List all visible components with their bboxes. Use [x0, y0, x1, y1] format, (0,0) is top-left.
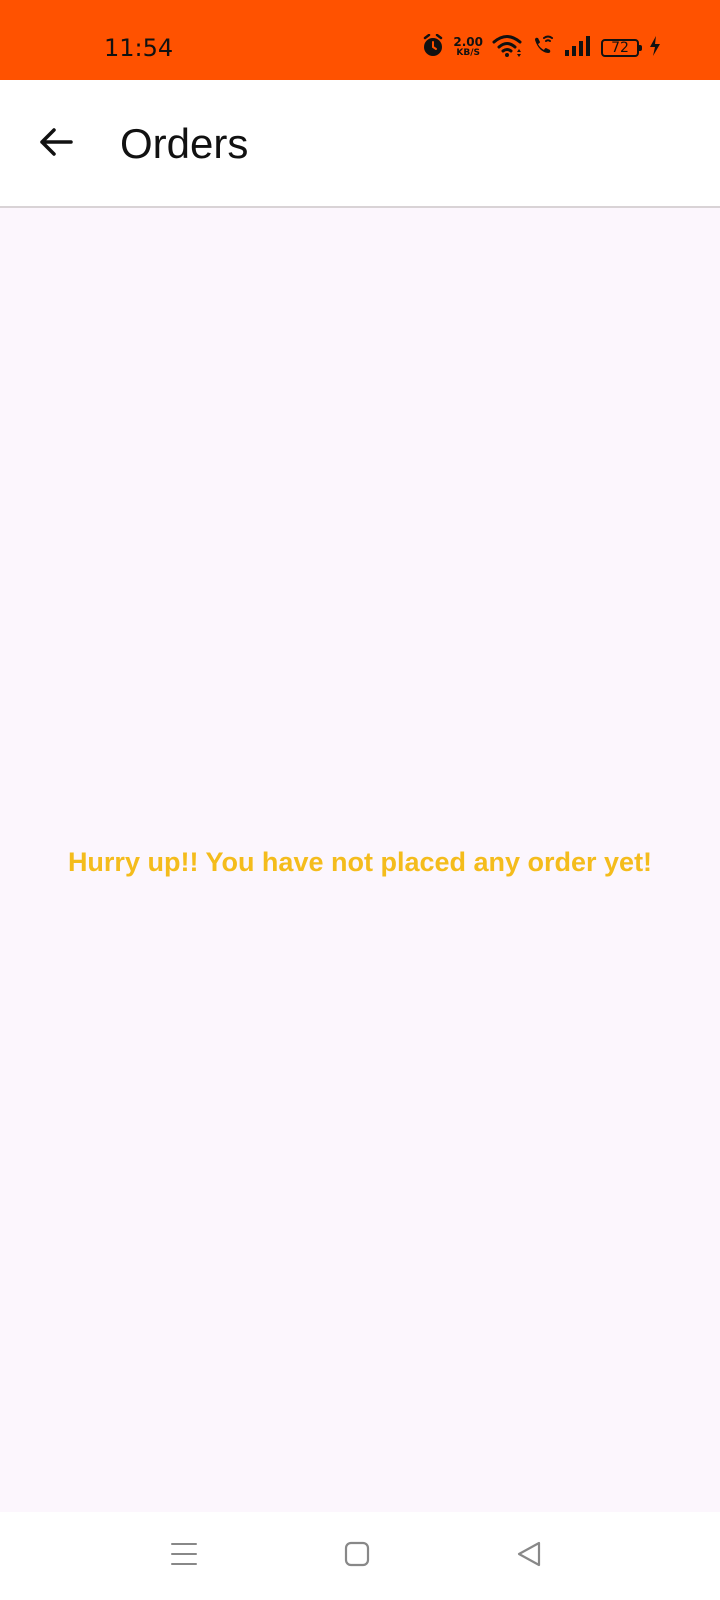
status-icons: 2.00 KB/S 72: [422, 33, 662, 63]
recent-apps-button[interactable]: [160, 1532, 208, 1580]
wifi-calling-icon: [531, 34, 555, 63]
battery-icon: 72: [601, 39, 642, 57]
empty-orders-message: Hurry up!! You have not placed any order…: [67, 847, 653, 877]
signal-icon: [564, 35, 592, 62]
home-button[interactable]: [333, 1532, 381, 1580]
back-button[interactable]: [28, 116, 84, 172]
orders-content: Hurry up!! You have not placed any order…: [0, 208, 720, 1512]
status-bar: 11:54 2.00 KB/S 72: [0, 0, 720, 80]
network-speed-unit: KB/S: [456, 48, 480, 58]
arrow-left-icon: [39, 127, 73, 162]
wifi-icon: [492, 34, 522, 63]
app-bar: Orders: [0, 80, 720, 208]
home-icon: [343, 1540, 371, 1573]
recent-apps-icon: [170, 1540, 198, 1573]
network-speed: 2.00 KB/S: [453, 35, 483, 59]
charging-icon: [648, 35, 662, 62]
nav-back-button[interactable]: [505, 1532, 553, 1580]
system-nav-bar: [0, 1512, 720, 1600]
alarm-icon: [422, 33, 444, 63]
status-time: 11:54: [104, 34, 174, 62]
network-speed-value: 2.00: [453, 35, 483, 49]
back-triangle-icon: [515, 1540, 543, 1573]
page-title: Orders: [120, 120, 249, 167]
